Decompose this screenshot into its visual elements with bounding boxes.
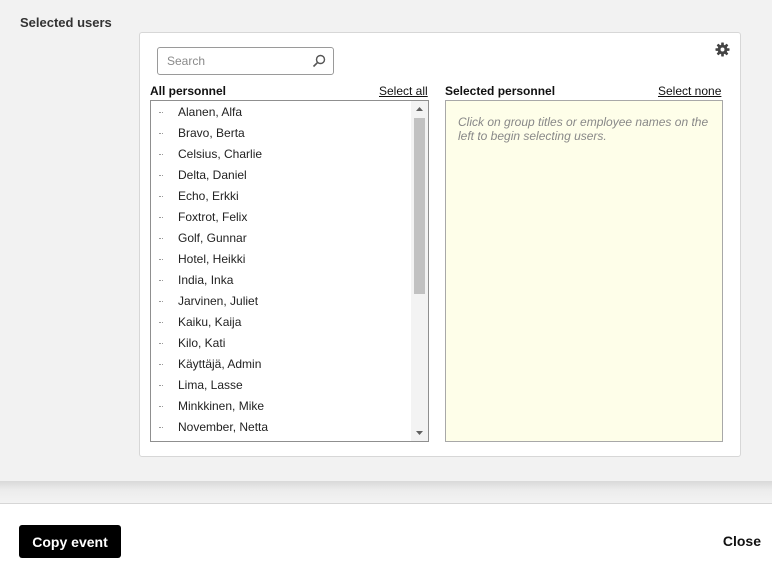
- search-box[interactable]: [157, 47, 334, 75]
- chevron-up-icon[interactable]: [411, 101, 428, 117]
- gear-icon[interactable]: [715, 42, 730, 57]
- tree-dot-icon: [159, 175, 163, 176]
- list-item-label: India, Inka: [178, 273, 234, 287]
- list-item[interactable]: India, Inka: [151, 270, 409, 291]
- list-item-label: Bravo, Berta: [178, 126, 245, 140]
- list-item-label: Golf, Gunnar: [178, 231, 247, 245]
- list-item[interactable]: Kilo, Kati: [151, 333, 409, 354]
- list-item[interactable]: Alanen, Alfa: [151, 102, 409, 123]
- select-none-link[interactable]: Select none: [658, 84, 721, 98]
- tree-dot-icon: [159, 133, 163, 134]
- all-personnel-list[interactable]: Alanen, Alfa Bravo, Berta Celsius, Charlie…: [150, 100, 429, 442]
- personnel-items: Alanen, Alfa Bravo, Berta Celsius, Charlie…: [151, 102, 409, 438]
- list-item-label: Käyttäjä, Admin: [178, 357, 262, 371]
- chevron-down-icon[interactable]: [411, 425, 428, 441]
- list-item[interactable]: Minkkinen, Mike: [151, 396, 409, 417]
- tree-dot-icon: [159, 301, 163, 302]
- list-item-label: Jarvinen, Juliet: [178, 294, 259, 308]
- list-item[interactable]: Delta, Daniel: [151, 165, 409, 186]
- selected-personnel-list[interactable]: Click on group titles or employee names …: [445, 100, 723, 442]
- scroll-thumb[interactable]: [414, 118, 425, 294]
- tree-dot-icon: [159, 322, 163, 323]
- tree-dot-icon: [159, 259, 163, 260]
- list-item[interactable]: Bravo, Berta: [151, 123, 409, 144]
- divider: [0, 481, 772, 503]
- list-item-label: Kaiku, Kaija: [178, 315, 242, 329]
- list-item-label: Foxtrot, Felix: [178, 210, 248, 224]
- tree-dot-icon: [159, 154, 163, 155]
- search-input[interactable]: [158, 48, 308, 74]
- copy-event-button[interactable]: Copy event: [19, 525, 121, 558]
- list-item-label: Delta, Daniel: [178, 168, 247, 182]
- list-item-label: Celsius, Charlie: [178, 147, 263, 161]
- footer: Copy event Close: [0, 503, 772, 570]
- search-icon[interactable]: [312, 54, 326, 68]
- user-selector-panel: All personnel Select all Selected person…: [139, 32, 741, 457]
- list-item[interactable]: Echo, Erkki: [151, 186, 409, 207]
- list-item-label: Minkkinen, Mike: [178, 399, 265, 413]
- list-item[interactable]: Lima, Lasse: [151, 375, 409, 396]
- tree-dot-icon: [159, 280, 163, 281]
- list-item[interactable]: Celsius, Charlie: [151, 144, 409, 165]
- tree-dot-icon: [159, 364, 163, 365]
- tree-dot-icon: [159, 238, 163, 239]
- tree-dot-icon: [159, 406, 163, 407]
- tree-dot-icon: [159, 385, 163, 386]
- list-item-label: Echo, Erkki: [178, 189, 239, 203]
- section-title: Selected users: [20, 15, 112, 30]
- list-item-label: Alanen, Alfa: [178, 105, 243, 119]
- list-item[interactable]: November, Netta: [151, 417, 409, 438]
- select-all-link[interactable]: Select all: [379, 84, 428, 98]
- list-item[interactable]: Foxtrot, Felix: [151, 207, 409, 228]
- list-item[interactable]: Hotel, Heikki: [151, 249, 409, 270]
- list-item-label: Lima, Lasse: [178, 378, 243, 392]
- list-item[interactable]: Golf, Gunnar: [151, 228, 409, 249]
- selected-personnel-heading: Selected personnel: [445, 84, 556, 98]
- scrollbar[interactable]: [411, 101, 428, 441]
- tree-dot-icon: [159, 196, 163, 197]
- tree-dot-icon: [159, 427, 163, 428]
- list-item[interactable]: Käyttäjä, Admin: [151, 354, 409, 375]
- list-item-label: November, Netta: [178, 420, 269, 434]
- list-item-label: Kilo, Kati: [178, 336, 226, 350]
- list-item[interactable]: Jarvinen, Juliet: [151, 291, 409, 312]
- tree-dot-icon: [159, 343, 163, 344]
- tree-dot-icon: [159, 217, 163, 218]
- all-personnel-heading: All personnel: [150, 84, 227, 98]
- tree-dot-icon: [159, 112, 163, 113]
- close-button[interactable]: Close: [723, 533, 761, 549]
- list-item[interactable]: Kaiku, Kaija: [151, 312, 409, 333]
- selection-hint: Click on group titles or employee names …: [458, 115, 709, 143]
- list-item-label: Hotel, Heikki: [178, 252, 246, 266]
